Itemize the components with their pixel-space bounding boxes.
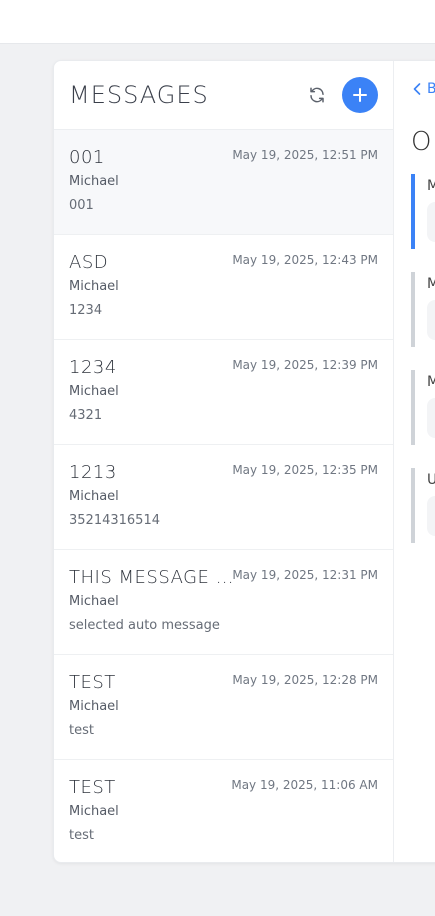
item-preview: test	[69, 723, 94, 738]
field-label: M	[427, 374, 435, 390]
add-message-button[interactable]	[342, 77, 378, 113]
message-detail: B O M M M U	[395, 61, 435, 862]
item-date: May 19, 2025, 12:31 PM	[232, 568, 378, 582]
top-bar	[0, 0, 435, 44]
field-label: U	[427, 472, 435, 488]
item-date: May 19, 2025, 12:28 PM	[232, 673, 378, 687]
item-preview: selected auto message	[69, 618, 220, 633]
item-title: 001	[69, 147, 105, 168]
field-label: M	[427, 178, 435, 194]
item-author: Michael	[69, 804, 119, 819]
list-item[interactable]: 1234 May 19, 2025, 12:39 PM Michael 4321	[54, 340, 393, 445]
back-link[interactable]: B	[413, 81, 435, 97]
item-author: Michael	[69, 384, 119, 399]
field-label: M	[427, 276, 435, 292]
item-date: May 19, 2025, 12:35 PM	[232, 463, 378, 477]
field-input[interactable]	[427, 496, 435, 536]
item-date: May 19, 2025, 12:43 PM	[232, 253, 378, 267]
list-item[interactable]: 1213 May 19, 2025, 12:35 PM Michael 3521…	[54, 445, 393, 550]
messages-panel: MESSAGES 001 May 19, 2025, 12:51 PM Mich…	[53, 60, 435, 863]
message-list: MESSAGES 001 May 19, 2025, 12:51 PM Mich…	[54, 61, 394, 862]
item-title: 1213	[69, 462, 117, 483]
list-header: MESSAGES	[54, 61, 393, 130]
item-preview: 001	[69, 198, 94, 213]
item-date: May 19, 2025, 12:39 PM	[232, 358, 378, 372]
back-label: B	[427, 81, 435, 97]
item-preview: test	[69, 828, 94, 843]
list-item[interactable]: ASD May 19, 2025, 12:43 PM Michael 1234	[54, 235, 393, 340]
item-author: Michael	[69, 699, 119, 714]
item-date: May 19, 2025, 11:06 AM	[231, 778, 378, 792]
item-title: THIS MESSAGE ...	[69, 567, 234, 588]
page-title: MESSAGES	[69, 81, 209, 109]
chevron-left-icon	[413, 83, 421, 95]
item-author: Michael	[69, 594, 119, 609]
field-input[interactable]	[427, 300, 435, 340]
field-input[interactable]	[427, 202, 435, 242]
item-preview: 4321	[69, 408, 103, 423]
item-author: Michael	[69, 279, 119, 294]
detail-field: U	[411, 468, 435, 543]
item-author: Michael	[69, 174, 119, 189]
item-title: 1234	[69, 357, 117, 378]
detail-field: M	[411, 174, 435, 249]
item-date: May 19, 2025, 12:51 PM	[232, 148, 378, 162]
plus-icon	[353, 88, 367, 102]
refresh-button[interactable]	[306, 84, 328, 106]
list-item[interactable]: TEST May 19, 2025, 11:06 AM Michael test	[54, 760, 393, 862]
item-title: TEST	[69, 777, 116, 798]
refresh-icon	[310, 87, 324, 103]
detail-field: M	[411, 272, 435, 347]
item-preview: 35214316514	[69, 513, 160, 528]
field-input[interactable]	[427, 398, 435, 438]
list-item[interactable]: TEST May 19, 2025, 12:28 PM Michael test	[54, 655, 393, 760]
item-title: TEST	[69, 672, 116, 693]
item-title: ASD	[69, 252, 109, 273]
list-item[interactable]: THIS MESSAGE ... May 19, 2025, 12:31 PM …	[54, 550, 393, 655]
item-preview: 1234	[69, 303, 103, 318]
detail-title: O	[411, 127, 432, 157]
list-item[interactable]: 001 May 19, 2025, 12:51 PM Michael 001	[54, 130, 393, 235]
item-author: Michael	[69, 489, 119, 504]
detail-field: M	[411, 370, 435, 445]
